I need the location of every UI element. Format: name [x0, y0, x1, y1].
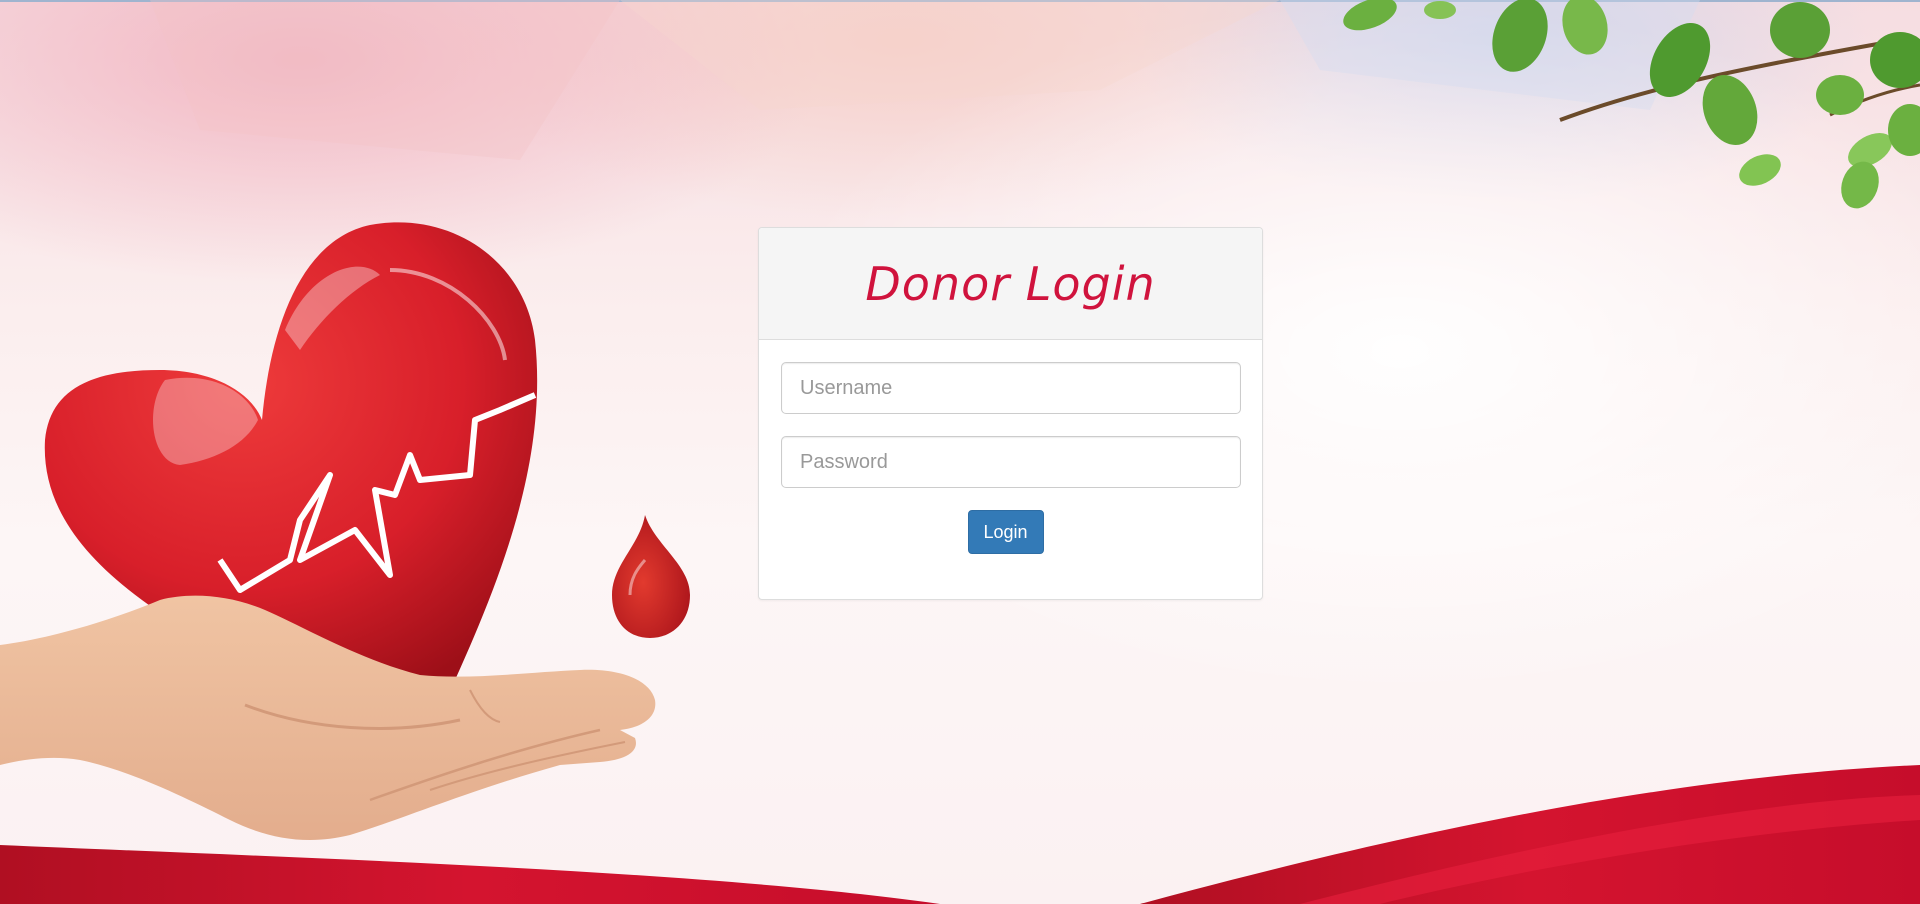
button-row: Login [781, 510, 1240, 554]
username-input[interactable] [781, 362, 1241, 414]
background-facet [620, 0, 1280, 110]
login-button[interactable]: Login [967, 510, 1044, 554]
login-panel-header: Donor Login [759, 228, 1262, 340]
blood-drop-icon [612, 515, 690, 638]
heart-icon [44, 222, 538, 680]
page-title: Donor Login [865, 256, 1156, 311]
ribbon-icon [0, 845, 940, 904]
background-facet [150, 0, 620, 160]
ribbon-icon [1140, 765, 1920, 904]
username-group [781, 362, 1241, 414]
login-page: Donor Login Login [0, 0, 1920, 904]
login-panel: Donor Login Login [758, 227, 1263, 600]
login-form: Login [759, 340, 1262, 554]
password-group [781, 436, 1241, 488]
password-input[interactable] [781, 436, 1241, 488]
